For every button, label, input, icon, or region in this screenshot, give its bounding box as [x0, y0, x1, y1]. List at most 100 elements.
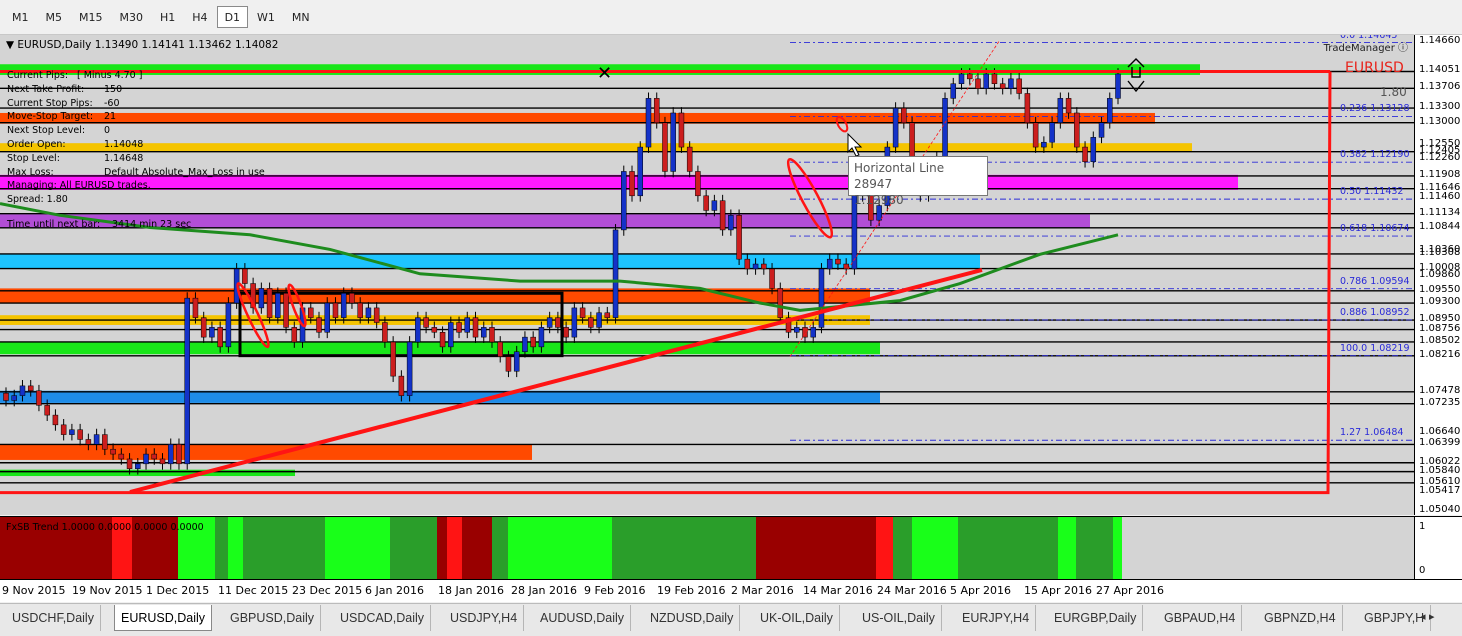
price-label: 1.05417: [1419, 485, 1461, 497]
candle-body: [695, 171, 701, 197]
chart-tab[interactable]: USDCHF,Daily: [6, 605, 101, 631]
chart-canvas[interactable]: ✕: [0, 35, 1414, 515]
tf-m15[interactable]: M15: [71, 6, 111, 28]
price-label: 1.14660: [1419, 34, 1461, 46]
tf-mn[interactable]: MN: [284, 6, 318, 28]
price-axis[interactable]: 1.14660 1.14051 1.13706 1.13300 1.13000 1.125…: [1414, 35, 1462, 515]
candle-body: [505, 356, 512, 372]
candle: [719, 194, 726, 236]
zone-band: [0, 143, 1192, 151]
mouse-cursor-icon: [847, 132, 863, 157]
candle-body: [563, 327, 569, 338]
candle-body: [110, 448, 116, 455]
trade-info-value: 150: [104, 83, 123, 95]
trend-segment: [612, 517, 756, 580]
tf-h1[interactable]: H1: [152, 6, 183, 28]
chart-tab[interactable]: GBPAUD,H4: [1158, 605, 1243, 631]
candle: [736, 209, 742, 266]
trend-segment: [228, 517, 243, 580]
trade-info-value: 0: [104, 125, 111, 137]
candle: [60, 419, 67, 441]
trade-info-value: 1.14048: [104, 139, 144, 150]
candle-body: [456, 322, 462, 333]
chart-tab[interactable]: USDCAD,Daily: [334, 605, 432, 631]
candle-body: [736, 215, 742, 260]
tf-d1[interactable]: D1: [216, 6, 249, 28]
spread-value: 1.80: [1380, 85, 1407, 99]
candle-body: [406, 341, 413, 396]
candle-body: [176, 444, 182, 465]
candle: [777, 282, 784, 324]
candle-body: [662, 122, 668, 172]
time-axis: 9 Nov 2015 19 Nov 2015 1 Dec 2015 11 Dec 20…: [0, 579, 1462, 602]
time-label: 5 Apr 2016: [950, 584, 1012, 597]
candle-body: [85, 439, 92, 445]
indicator-canvas: [0, 517, 1122, 580]
candle-body: [612, 229, 619, 318]
indicator-axis: 1 0: [1414, 516, 1462, 579]
candle-body: [93, 434, 100, 445]
price-label: 1.11134: [1419, 206, 1461, 218]
candle: [637, 141, 644, 202]
tf-h4[interactable]: H4: [184, 6, 215, 28]
price-label: 1.13300: [1419, 101, 1461, 113]
fib-label: 0.886 1.08952: [1340, 306, 1410, 318]
chart-tab[interactable]: USDJPY,H4: [444, 605, 525, 631]
chart-tab[interactable]: US-OIL,Daily: [856, 605, 942, 631]
chart-tab[interactable]: NZDUSD,Daily: [644, 605, 741, 631]
candle-body: [480, 327, 487, 338]
tf-m1[interactable]: M1: [4, 6, 37, 28]
trade-info-value: 1.14648: [104, 152, 144, 164]
tab-scroll-arrows[interactable]: ◂ ▸: [1420, 610, 1435, 623]
candle: [184, 292, 190, 470]
indicator-panel[interactable]: FxSB Trend 1.0000 0.0000 0.0000 0.0000: [0, 516, 1414, 580]
chart-tab[interactable]: GBPNZD,H4: [1258, 605, 1343, 631]
chart-tab[interactable]: AUDUSD,Daily: [534, 605, 632, 631]
chart-tab[interactable]: EURGBP,Daily: [1048, 605, 1144, 631]
trend-segment: [390, 517, 437, 580]
trade-info-line: Current Stop Pips: -60: [7, 97, 120, 110]
candle: [571, 302, 578, 343]
candle-body: [678, 112, 685, 148]
trade-manager-label: TradeManager ⓘ: [1323, 43, 1408, 54]
candle-body: [159, 458, 166, 465]
close-x-marker: ✕: [597, 63, 612, 84]
candle: [662, 116, 668, 178]
price-label: 1.06640: [1419, 425, 1461, 437]
candle-body: [200, 317, 207, 338]
fib-label: 0.236 1.13128: [1340, 103, 1410, 115]
candle-body: [579, 307, 586, 318]
time-label: 28 Jan 2016: [511, 584, 577, 597]
trend-segment: [462, 517, 492, 580]
tf-m5[interactable]: M5: [38, 6, 71, 28]
candle-body: [645, 98, 652, 148]
price-chart[interactable]: ✕ ▼ EURUSD,Daily 1.13490 1.14141 1.13462…: [0, 35, 1414, 515]
trade-info-value: Default Absolute_Max_Loss in use: [104, 166, 265, 178]
candle-body: [1098, 122, 1105, 138]
candle-body: [818, 268, 825, 328]
price-label: 1.08502: [1419, 334, 1461, 346]
candle-body: [950, 83, 957, 99]
chart-tab[interactable]: UK-OIL,Daily: [754, 605, 840, 631]
chart-tab[interactable]: EURUSD,Daily: [114, 605, 213, 631]
price-label: 1.13000: [1419, 115, 1461, 127]
candle-body: [1074, 112, 1080, 148]
tf-w1[interactable]: W1: [249, 6, 283, 28]
time-label: 24 Mar 2016: [877, 584, 947, 597]
price-label: 1.06399: [1419, 437, 1461, 449]
candle: [497, 336, 503, 363]
chart-tab[interactable]: GBPUSD,Daily: [224, 605, 322, 631]
candle: [703, 189, 709, 217]
candle-body: [843, 263, 849, 270]
time-label: 19 Nov 2015: [72, 584, 143, 597]
tf-m30[interactable]: M30: [112, 6, 152, 28]
chart-tab[interactable]: EURJPY,H4: [956, 605, 1037, 631]
trade-info-line: Max Loss: Default Absolute_Max_Loss in us…: [7, 166, 265, 179]
candle-body: [324, 302, 330, 333]
candle-body: [472, 317, 479, 338]
time-label: 18 Jan 2016: [438, 584, 504, 597]
candle-body: [60, 424, 67, 435]
candle-body: [464, 317, 471, 333]
candle-body: [126, 458, 133, 469]
chart-header-text: EURUSD,Daily 1.13490 1.14141 1.13462 1.1…: [17, 39, 279, 51]
